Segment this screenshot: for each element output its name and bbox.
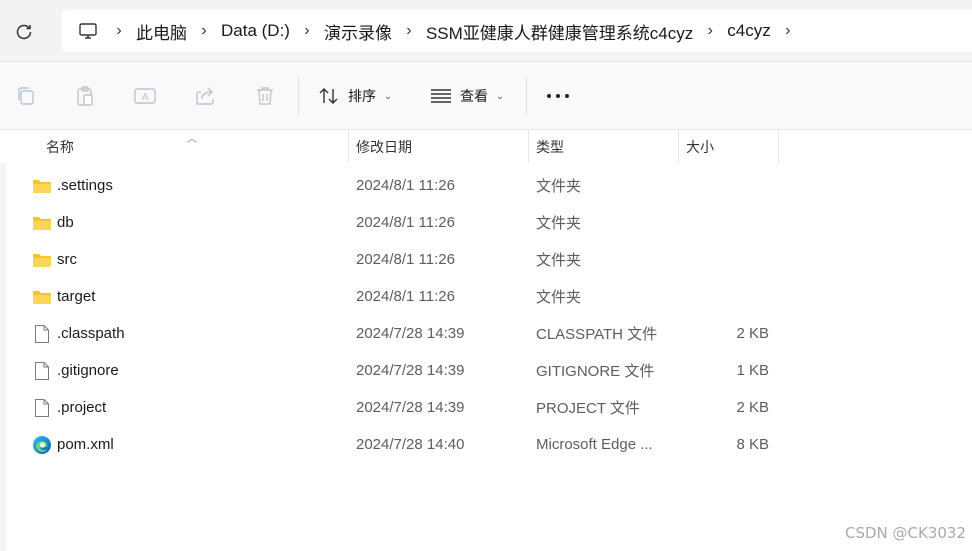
file-date: 2024/8/1 11:26 xyxy=(356,177,455,194)
folder-icon xyxy=(31,167,53,204)
breadcrumb-item-this-pc[interactable]: 此电脑 xyxy=(136,19,187,44)
file-name: src xyxy=(57,251,77,268)
file-size: 1 KB xyxy=(736,362,769,379)
paste-icon[interactable] xyxy=(73,84,97,108)
file-name: .settings xyxy=(57,177,113,194)
column-divider[interactable] xyxy=(778,130,779,163)
file-name: db xyxy=(57,214,74,231)
file-type: Microsoft Edge ... xyxy=(536,436,653,453)
file-row[interactable]: .settings 2024/8/1 11:26 文件夹 xyxy=(0,167,972,204)
file-date: 2024/8/1 11:26 xyxy=(356,251,455,268)
sort-label: 排序 xyxy=(348,88,376,104)
folder-icon xyxy=(31,278,53,315)
more-options-button[interactable] xyxy=(544,86,572,106)
chevron-down-icon: ⌄ xyxy=(384,90,393,102)
file-icon xyxy=(31,352,53,389)
file-size xyxy=(690,241,769,278)
column-header-row: 名称 修改日期 类型 大小 xyxy=(0,130,972,163)
toolbar-divider xyxy=(298,76,299,116)
refresh-icon xyxy=(16,24,32,40)
file-date: 2024/8/1 11:26 xyxy=(356,214,455,231)
command-bar: A 排序 ⌄ 查看 ⌄ xyxy=(0,62,972,130)
svg-text:A: A xyxy=(142,92,149,103)
watermark: CSDN @CK3032 xyxy=(844,524,966,542)
chevron-right-icon[interactable]: › xyxy=(187,22,221,40)
share-icon[interactable] xyxy=(193,84,217,108)
file-row[interactable]: .classpath 2024/7/28 14:39 CLASSPATH 文件 … xyxy=(0,315,972,352)
chevron-right-icon[interactable]: › xyxy=(290,22,324,40)
file-name: .classpath xyxy=(57,325,125,342)
file-size: 2 KB xyxy=(736,399,769,416)
file-date: 2024/7/28 14:40 xyxy=(356,436,465,453)
file-row[interactable]: .project 2024/7/28 14:39 PROJECT 文件 2 KB xyxy=(0,389,972,426)
address-bar-area: › 此电脑 › Data (D:) › 演示录像 › SSM亚健康人群健康管理系… xyxy=(0,0,972,62)
copy-icon[interactable] xyxy=(14,84,38,108)
file-row[interactable]: src 2024/8/1 11:26 文件夹 xyxy=(0,241,972,278)
file-date: 2024/7/28 14:39 xyxy=(356,362,465,379)
file-name: .gitignore xyxy=(57,362,119,379)
breadcrumb-item-c4cyz[interactable]: c4cyz xyxy=(727,21,770,41)
file-type: 文件夹 xyxy=(536,215,582,232)
view-label: 查看 xyxy=(460,88,488,104)
column-header-type[interactable]: 类型 xyxy=(528,130,678,163)
file-size xyxy=(690,167,769,204)
sort-button[interactable]: 排序 ⌄ xyxy=(318,84,392,108)
file-date: 2024/7/28 14:39 xyxy=(356,399,465,416)
file-type: GITIGNORE 文件 xyxy=(536,363,655,380)
file-type: CLASSPATH 文件 xyxy=(536,326,658,343)
this-pc-icon[interactable] xyxy=(74,17,102,45)
file-row[interactable]: pom.xml 2024/7/28 14:40 Microsoft Edge .… xyxy=(0,426,972,463)
view-list-icon xyxy=(431,89,451,103)
file-row[interactable]: db 2024/8/1 11:26 文件夹 xyxy=(0,204,972,241)
delete-icon[interactable] xyxy=(253,84,277,108)
file-row[interactable]: .gitignore 2024/7/28 14:39 GITIGNORE 文件 … xyxy=(0,352,972,389)
file-type: PROJECT 文件 xyxy=(536,400,640,417)
chevron-right-icon[interactable]: › xyxy=(771,22,805,40)
sort-icon xyxy=(319,88,338,104)
file-list: .settings 2024/8/1 11:26 文件夹 db 2024/8/1… xyxy=(0,167,972,463)
breadcrumb-item-demo-recordings[interactable]: 演示录像 xyxy=(324,19,392,44)
chevron-right-icon[interactable]: › xyxy=(392,22,426,40)
file-size xyxy=(690,278,769,315)
file-size: 8 KB xyxy=(736,436,769,453)
breadcrumb-item-project[interactable]: SSM亚健康人群健康管理系统c4cyz xyxy=(426,19,693,44)
toolbar-divider xyxy=(526,76,527,116)
chevron-right-icon[interactable]: › xyxy=(693,22,727,40)
file-size: 2 KB xyxy=(736,325,769,342)
file-date: 2024/8/1 11:26 xyxy=(356,288,455,305)
chevron-right-icon[interactable]: › xyxy=(102,22,136,40)
folder-icon xyxy=(31,241,53,278)
file-icon xyxy=(31,315,53,352)
sort-ascending-icon: ︿ xyxy=(187,134,197,145)
file-size xyxy=(690,204,769,241)
chevron-down-icon: ⌄ xyxy=(496,90,505,102)
breadcrumb[interactable]: › 此电脑 › Data (D:) › 演示录像 › SSM亚健康人群健康管理系… xyxy=(62,10,972,52)
file-name: pom.xml xyxy=(57,436,114,453)
breadcrumb-item-data-drive[interactable]: Data (D:) xyxy=(221,21,290,41)
file-type: 文件夹 xyxy=(536,178,582,195)
edge-icon xyxy=(31,426,53,463)
file-icon xyxy=(31,389,53,426)
file-type: 文件夹 xyxy=(536,289,582,306)
file-type: 文件夹 xyxy=(536,252,582,269)
file-date: 2024/7/28 14:39 xyxy=(356,325,465,342)
refresh-button[interactable] xyxy=(10,18,38,46)
file-name: target xyxy=(57,288,96,305)
rename-icon[interactable]: A xyxy=(133,84,157,108)
file-row[interactable]: target 2024/8/1 11:26 文件夹 xyxy=(0,278,972,315)
ellipsis-icon xyxy=(547,94,569,98)
column-header-size[interactable]: 大小 xyxy=(678,130,778,163)
view-button[interactable]: 查看 ⌄ xyxy=(430,84,504,108)
file-name: .project xyxy=(57,399,107,416)
folder-icon xyxy=(31,204,53,241)
column-header-date[interactable]: 修改日期 xyxy=(348,130,528,163)
